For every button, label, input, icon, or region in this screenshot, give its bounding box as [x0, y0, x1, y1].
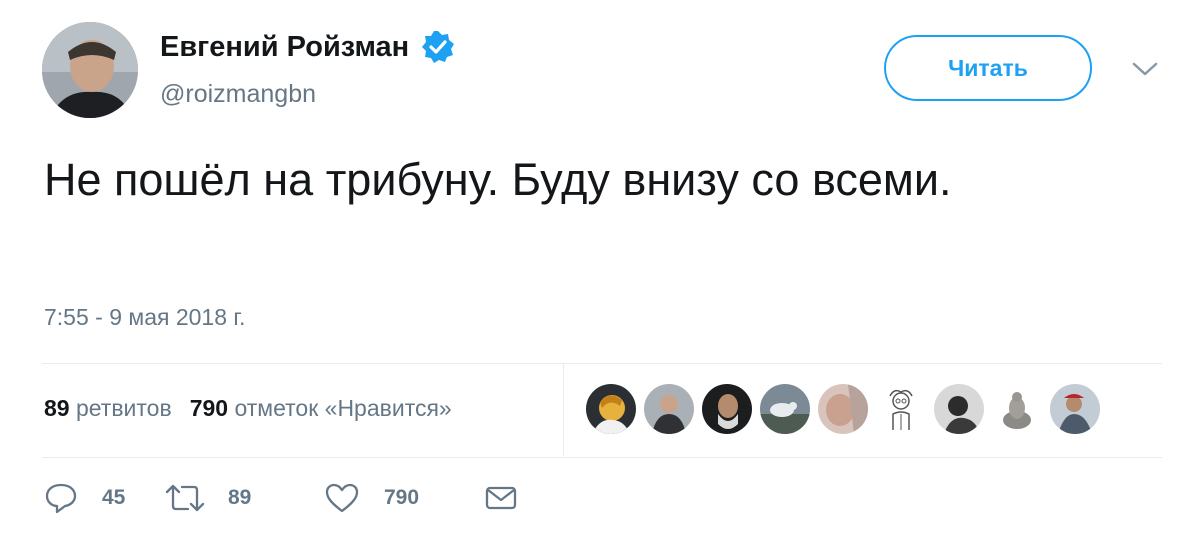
user-handle[interactable]: @roizmangbn [160, 80, 316, 109]
divider-bottom [42, 457, 1162, 458]
retweets-label: ретвитов [75, 395, 172, 421]
retweet-count: 89 [228, 486, 252, 509]
retweet-action[interactable]: 89 [164, 482, 324, 514]
likes-label: отметок «Нравится» [234, 395, 452, 421]
like-count: 790 [384, 486, 420, 509]
tweet-actions: 45 89 790 [44, 482, 518, 514]
retweet-icon [165, 484, 205, 512]
reply-action[interactable]: 45 [44, 482, 164, 514]
liker-avatar[interactable] [992, 384, 1042, 434]
envelope-icon [485, 486, 517, 510]
likes-stat[interactable]: 790 отметок «Нравится» [190, 395, 452, 421]
retweets-stat[interactable]: 89 ретвитов [44, 395, 172, 421]
tweet-text: Не пошёл на трибуну. Буду внизу со всеми… [44, 154, 952, 205]
divider-vertical [563, 364, 564, 456]
direct-message-action[interactable] [484, 483, 518, 513]
divider-top [42, 363, 1162, 364]
liker-avatar[interactable] [760, 384, 810, 434]
reply-count: 45 [102, 486, 126, 509]
liker-avatar[interactable] [702, 384, 752, 434]
like-action[interactable]: 790 [324, 482, 484, 514]
liker-avatar[interactable] [876, 384, 926, 434]
liker-avatar[interactable] [586, 384, 636, 434]
likers-avatars [586, 384, 1108, 434]
liker-avatar[interactable] [934, 384, 984, 434]
tweet-timestamp[interactable]: 7:55 - 9 мая 2018 г. [44, 304, 245, 331]
liker-avatar[interactable] [1050, 384, 1100, 434]
follow-button[interactable]: Читать [884, 35, 1092, 101]
heart-icon [325, 483, 359, 513]
verified-badge-icon [422, 31, 455, 63]
liker-avatar[interactable] [818, 384, 868, 434]
reply-icon [45, 483, 77, 514]
likes-count: 790 [189, 395, 229, 421]
display-name[interactable]: Евгений Ройзман [160, 31, 409, 64]
display-name-row: Евгений Ройзман [160, 30, 455, 64]
retweets-count: 89 [44, 395, 70, 421]
tweet-stats: 89 ретвитов 790 отметок «Нравится» [44, 395, 452, 422]
chevron-down-icon[interactable] [1130, 58, 1160, 80]
liker-avatar[interactable] [644, 384, 694, 434]
avatar[interactable] [42, 22, 138, 118]
